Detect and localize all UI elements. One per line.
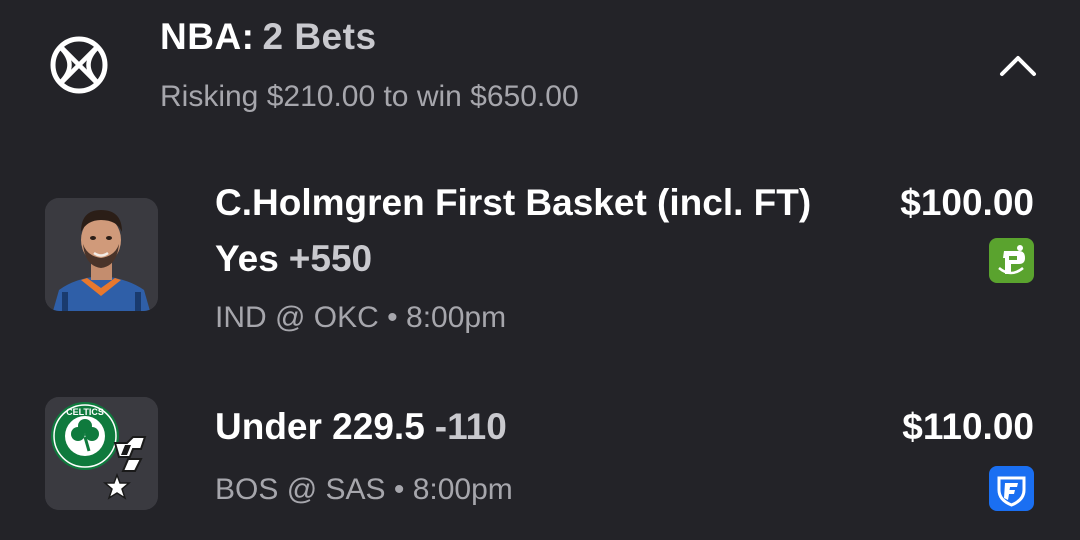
- risk-summary: Risking $210.00 to win $650.00: [160, 80, 579, 113]
- celtics-logo-text: CELTICS: [66, 407, 104, 417]
- bet-row[interactable]: CELTICS Under 229.5 -110 BOS @ SAS • 8:00…: [0, 390, 1080, 520]
- game-time: 8:00pm: [406, 301, 507, 334]
- team-logos: CELTICS: [45, 397, 158, 510]
- celtics-logo: CELTICS: [51, 402, 119, 470]
- group-title: NBA: 2 Bets: [160, 16, 377, 58]
- bet-market: C.Holmgren First Basket (incl. FT): [215, 182, 812, 223]
- draftkings-icon: [989, 238, 1034, 283]
- bet-stake: $100.00: [900, 182, 1034, 223]
- separator: •: [393, 473, 405, 506]
- game-time: 8:00pm: [412, 473, 513, 506]
- market-label: Under 229.5: [215, 406, 425, 447]
- game-info: BOS @ SAS • 8:00pm: [215, 473, 513, 507]
- matchup: BOS @ SAS: [215, 473, 386, 506]
- group-header[interactable]: NBA: 2 Bets Risking $210.00 to win $650.0…: [0, 0, 1080, 140]
- bet-odds: -110: [434, 406, 507, 447]
- fanduel-icon: [989, 466, 1034, 511]
- chevron-up-icon[interactable]: [996, 46, 1040, 82]
- bet-market: Under 229.5 -110: [215, 406, 507, 448]
- bet-selection: Yes +550: [215, 238, 372, 280]
- game-info: IND @ OKC • 8:00pm: [215, 301, 506, 335]
- player-photo: [45, 198, 158, 311]
- bet-row[interactable]: C.Holmgren First Basket (incl. FT) Yes +5…: [0, 170, 1080, 350]
- bet-count: 2 Bets: [262, 16, 377, 57]
- league-label: NBA:: [160, 16, 255, 57]
- selection-label: Yes: [215, 238, 279, 279]
- bet-stake: $110.00: [902, 406, 1034, 447]
- basketball-icon: [50, 36, 108, 94]
- bet-odds: +550: [288, 238, 373, 279]
- separator: •: [387, 301, 398, 334]
- matchup: IND @ OKC: [215, 301, 379, 334]
